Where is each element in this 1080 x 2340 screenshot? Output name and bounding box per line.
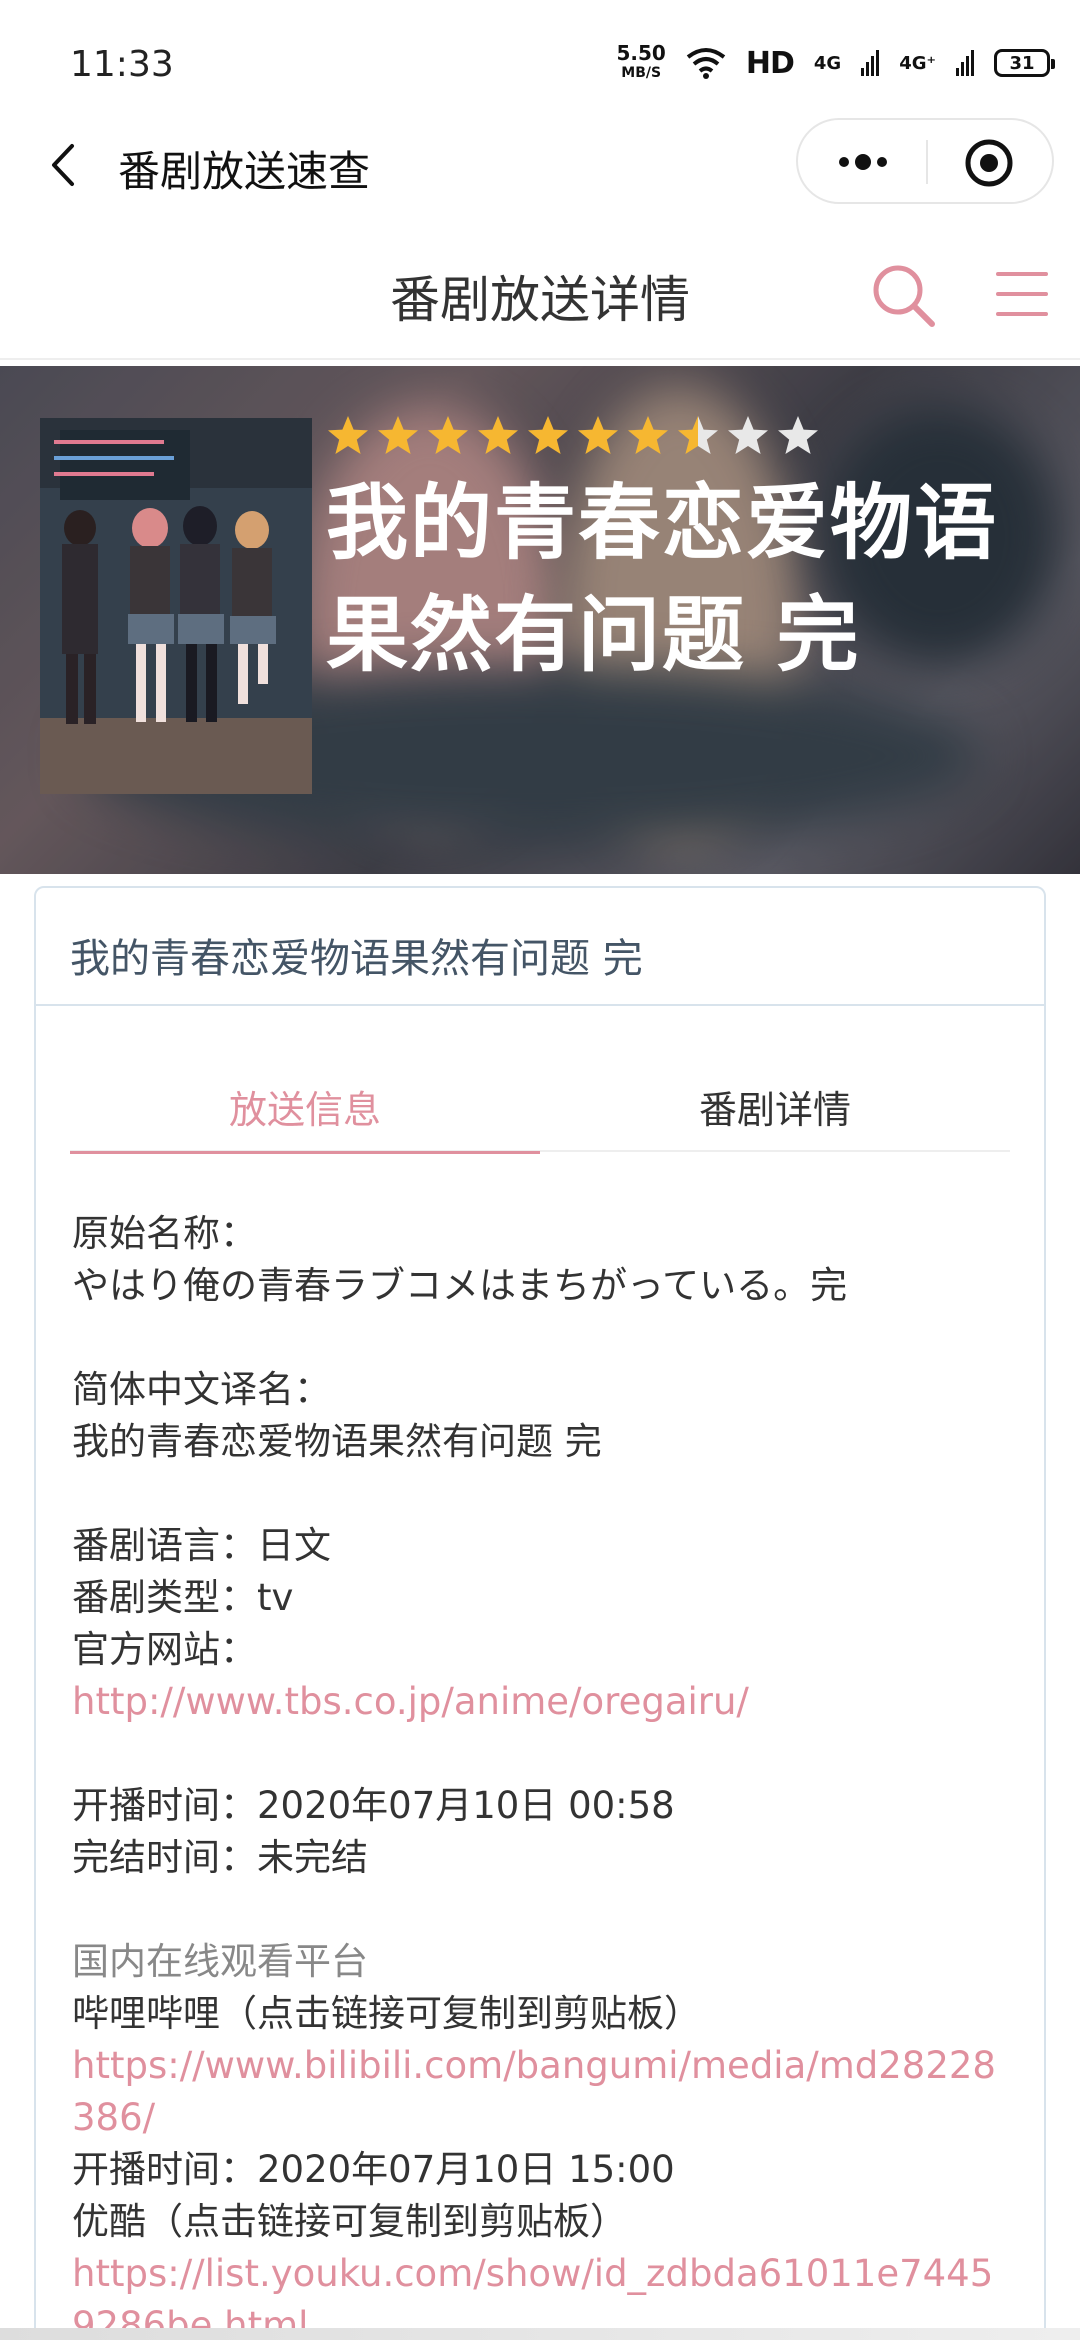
search-icon[interactable] — [868, 260, 938, 330]
battery-level: 31 — [1009, 52, 1035, 74]
tab-bar: 放送信息 番剧详情 — [70, 1068, 1010, 1154]
platforms-label: 国内在线观看平台 — [72, 1940, 368, 1983]
star-icon — [678, 416, 718, 454]
star-icon — [428, 416, 468, 454]
hd-indicator: HD — [745, 45, 795, 81]
target-icon[interactable] — [964, 138, 1014, 188]
signal-bars-icon — [861, 50, 880, 76]
star-icon — [578, 416, 618, 454]
capsule-menu — [796, 118, 1054, 204]
star-icon — [328, 416, 368, 454]
menu-icon[interactable] — [994, 266, 1050, 322]
signal-4g-1: 4G — [813, 52, 842, 74]
star-icon — [528, 416, 568, 454]
platform-link-bilibili[interactable]: https://www.bilibili.com/bangumi/media/m… — [72, 2040, 1012, 2144]
poster-artwork — [40, 418, 312, 794]
network-speed-unit: MB/S — [621, 65, 662, 81]
more-icon[interactable] — [828, 142, 898, 182]
star-icon — [378, 416, 418, 454]
broadcast-info: 原始名称： やはり俺の青春ラブコメはまちがっている。完 简体中文译名： 我的青春… — [72, 1208, 1012, 2340]
platform-start-bilibili: 开播时间：2020年07月10日 15:00 — [72, 2148, 675, 2191]
original-name-value: やはり俺の青春ラブコメはまちがっている。完 — [72, 1264, 848, 1307]
type-line: 番剧类型：tv — [72, 1576, 294, 1619]
signal-bars-icon — [956, 50, 974, 76]
hero-banner: 我的青春恋爱物语果然有问题 完 — [0, 366, 1080, 874]
hero-title: 我的青春恋爱物语果然有问题 完 — [326, 476, 999, 683]
signal-4g-2: 4G⁺ — [899, 52, 936, 74]
mini-program-nav: 番剧放送速查 — [0, 110, 1080, 220]
rating-stars — [326, 414, 820, 458]
star-icon — [478, 416, 518, 454]
star-icon — [728, 416, 768, 454]
star-icon — [628, 416, 668, 454]
page-header: 番剧放送详情 — [0, 230, 1080, 360]
network-speed-value: 5.50 — [616, 41, 666, 65]
website-link[interactable]: http://www.tbs.co.jp/anime/oregairu/ — [72, 1676, 1012, 1728]
platform-name-bilibili: 哔哩哔哩（点击链接可复制到剪贴板） — [72, 1992, 701, 2035]
back-icon[interactable] — [44, 140, 84, 190]
tab-anime-details[interactable]: 番剧详情 — [540, 1068, 1010, 1152]
card-title: 我的青春恋爱物语果然有问题 完 — [36, 888, 1044, 1006]
bottom-scroll-hint — [0, 2328, 1080, 2340]
language-line: 番剧语言：日文 — [72, 1524, 331, 1567]
battery-icon: 31 — [994, 49, 1055, 77]
platform-link-youku[interactable]: https://list.youku.com/show/id_zdbda6101… — [72, 2248, 1012, 2340]
platform-name-youku: 优酷（点击链接可复制到剪贴板） — [72, 2200, 627, 2243]
tab-broadcast-info[interactable]: 放送信息 — [70, 1068, 540, 1154]
status-indicators: 5.50 MB/S HD 4G 4G⁺ 31 — [617, 38, 1055, 88]
star-icon — [778, 416, 818, 454]
cn-name-value: 我的青春恋爱物语果然有问题 完 — [72, 1420, 602, 1463]
nav-title: 番剧放送速查 — [118, 147, 371, 196]
website-label: 官方网站： — [72, 1628, 257, 1671]
start-time-line: 开播时间：2020年07月10日 00:58 — [72, 1784, 675, 1827]
anime-poster[interactable] — [40, 418, 312, 794]
network-speed: 5.50 MB/S — [617, 43, 666, 83]
status-time: 11:33 — [70, 44, 174, 85]
original-name-label: 原始名称： — [72, 1212, 257, 1255]
cn-name-label: 简体中文译名： — [72, 1368, 331, 1411]
capsule-divider — [926, 140, 928, 184]
wifi-icon — [686, 48, 726, 79]
status-bar: 11:33 5.50 MB/S HD 4G 4G⁺ 31 — [0, 0, 1080, 110]
end-time-line: 完结时间：未完结 — [72, 1836, 368, 1879]
detail-card: 我的青春恋爱物语果然有问题 完 放送信息 番剧详情 原始名称： やはり俺の青春ラ… — [34, 886, 1046, 2340]
